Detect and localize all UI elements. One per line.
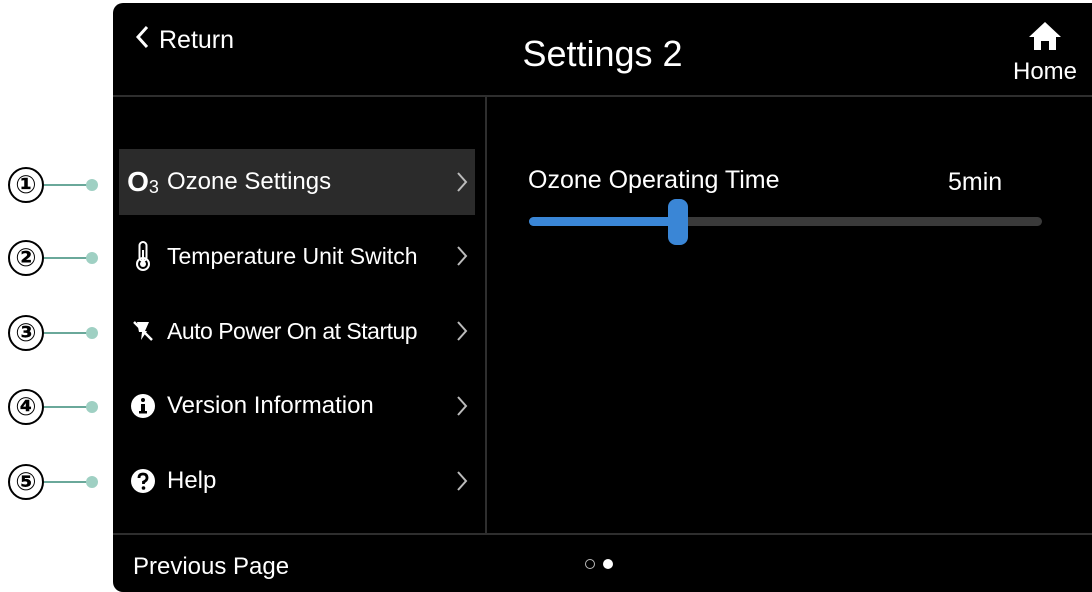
power-plug-icon: [119, 319, 167, 343]
callout-line: [44, 332, 88, 334]
chevron-right-icon: [449, 245, 475, 267]
home-button[interactable]: Home: [1010, 21, 1080, 86]
callout-2: ②: [8, 238, 98, 278]
ozone-icon: O3: [119, 166, 167, 198]
callout-line: [44, 481, 88, 483]
menu-item-ozone-settings[interactable]: O3 Ozone Settings: [119, 149, 475, 215]
settings-detail-panel: Ozone Operating Time 5min: [487, 97, 1092, 533]
previous-page-button[interactable]: Previous Page: [133, 553, 289, 581]
callout-dot: [86, 401, 98, 413]
menu-item-label: Temperature Unit Switch: [167, 242, 418, 269]
page-dot-2: [603, 559, 613, 569]
footer: Previous Page: [113, 533, 1092, 592]
help-icon: [119, 468, 167, 494]
menu-item-help[interactable]: Help: [119, 448, 475, 514]
menu-item-auto-power-on[interactable]: Auto Power On at Startup: [119, 298, 475, 364]
callout-3: ③: [8, 313, 98, 353]
callout-dot: [86, 327, 98, 339]
page-dot-1: [585, 559, 595, 569]
page-title: Settings 2: [522, 33, 683, 74]
callout-line: [44, 257, 88, 259]
menu-item-label: Version Information: [167, 392, 374, 419]
callout-number: ②: [8, 240, 44, 276]
settings-menu: O3 Ozone Settings Temperature Unit Switc…: [113, 97, 485, 533]
page-indicator: [585, 559, 613, 569]
home-icon: [1028, 21, 1062, 58]
callout-dot: [86, 252, 98, 264]
callout-number: ①: [8, 167, 44, 203]
chevron-right-icon: [449, 171, 475, 193]
home-label: Home: [1012, 58, 1078, 85]
chevron-right-icon: [449, 470, 475, 492]
chevron-right-icon: [449, 320, 475, 342]
info-icon: [119, 393, 167, 419]
callout-line: [44, 406, 88, 408]
ozone-icon-letter: O: [127, 166, 149, 197]
callout-number: ③: [8, 315, 44, 351]
device-screen: Return Settings 2 Home O3 Ozone Settings: [113, 3, 1092, 592]
ozone-operating-time-label: Ozone Operating Time: [528, 166, 780, 194]
ozone-icon-subscript: 3: [148, 176, 159, 197]
chevron-right-icon: [449, 395, 475, 417]
header: Return Settings 2 Home: [113, 3, 1092, 97]
menu-item-version-information[interactable]: Version Information: [119, 373, 475, 439]
thermometer-icon: [119, 240, 167, 272]
callout-dot: [86, 179, 98, 191]
menu-item-label: Help: [167, 467, 217, 494]
callouts: ① ② ③ ④ ⑤: [0, 0, 120, 592]
menu-item-temperature-unit-switch[interactable]: Temperature Unit Switch: [119, 223, 475, 289]
slider-fill: [529, 217, 678, 226]
callout-line: [44, 184, 88, 186]
callout-1: ①: [8, 165, 98, 205]
ozone-operating-time-value: 5min: [948, 168, 1003, 196]
callout-5: ⑤: [8, 462, 98, 502]
menu-item-label: Ozone Settings: [167, 168, 332, 195]
callout-dot: [86, 476, 98, 488]
callout-4: ④: [8, 387, 98, 427]
menu-item-label: Auto Power On at Startup: [167, 317, 418, 344]
callout-number: ④: [8, 389, 44, 425]
slider-thumb[interactable]: [667, 199, 688, 245]
ozone-time-slider[interactable]: [529, 199, 1042, 245]
callout-number: ⑤: [8, 464, 44, 500]
